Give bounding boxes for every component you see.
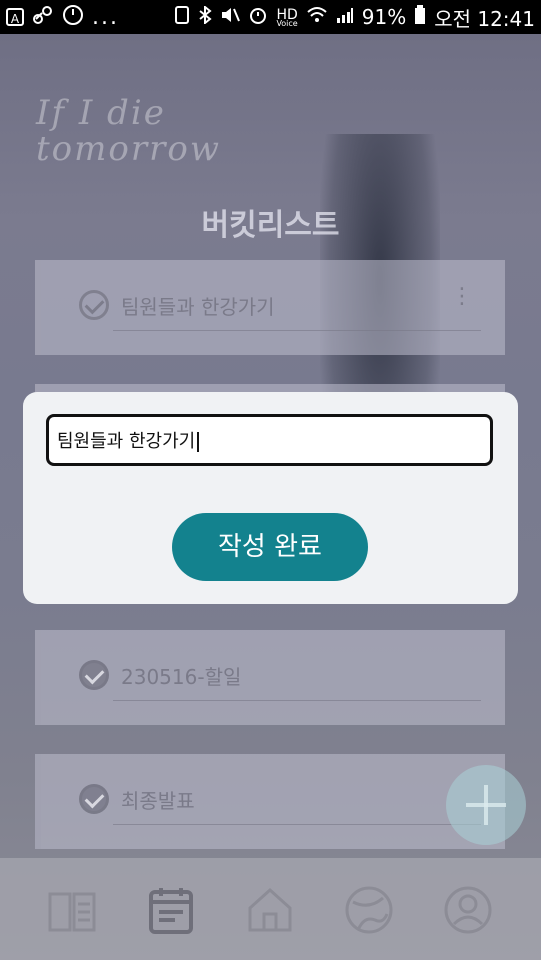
check-icon[interactable] xyxy=(79,290,109,320)
edit-dialog: 팀원들과 한강가기 작성 완료 xyxy=(23,392,518,604)
item-underline xyxy=(113,330,481,331)
list-item-label: 최종발표 xyxy=(121,789,195,813)
home-icon[interactable] xyxy=(240,880,300,940)
list-item[interactable]: 최종발표 xyxy=(35,754,505,849)
alarm-icon xyxy=(248,5,268,30)
page-title: 버킷리스트 xyxy=(201,208,340,243)
timer-icon xyxy=(62,4,84,31)
list-item-label: 230516-할일 xyxy=(121,665,242,689)
brand-line-1: If I die xyxy=(36,93,166,133)
status-right: HD Voice 91% 오전 12:41 xyxy=(174,3,535,32)
bottom-nav xyxy=(0,858,541,960)
battery-icon xyxy=(414,4,426,30)
check-icon[interactable] xyxy=(79,660,109,690)
add-button[interactable] xyxy=(446,765,526,845)
submit-button[interactable]: 작성 완료 xyxy=(172,513,368,581)
item-underline xyxy=(113,700,481,701)
item-text-input[interactable]: 팀원들과 한강가기 xyxy=(46,414,493,466)
mute-icon xyxy=(220,5,241,29)
text-caret xyxy=(197,432,200,452)
clock: 오전 12:41 xyxy=(434,6,535,31)
link-icon xyxy=(32,5,54,30)
wifi-icon xyxy=(306,5,328,29)
battery-percent: 91% xyxy=(361,5,407,29)
recycle-icon xyxy=(174,5,190,29)
globe-icon[interactable] xyxy=(339,880,399,940)
brand-line-2: tomorrow xyxy=(36,129,221,169)
brand-logo: If I die tomorrow xyxy=(36,95,221,167)
list-item-label: 팀원들과 한강가기 xyxy=(121,295,275,319)
a-icon: A xyxy=(6,8,24,26)
profile-icon[interactable] xyxy=(438,880,498,940)
voice-label: Voice xyxy=(276,18,298,28)
list-item[interactable]: 230516-할일 xyxy=(35,630,505,725)
hd-voice-icon: HD Voice xyxy=(276,7,297,28)
list-item[interactable]: 팀원들과 한강가기 ⋮ xyxy=(35,260,505,355)
bluetooth-icon xyxy=(198,4,213,29)
status-left: A ... xyxy=(6,4,119,31)
more-vert-icon[interactable]: ⋮ xyxy=(451,286,473,308)
more-dots: ... xyxy=(92,4,119,30)
book-icon[interactable] xyxy=(42,880,102,940)
signal-icon xyxy=(336,5,354,29)
check-icon[interactable] xyxy=(79,784,109,814)
calendar-icon[interactable] xyxy=(141,880,201,940)
status-bar: A ... HD Voice 91% 오전 12:41 xyxy=(0,0,541,34)
item-underline xyxy=(113,824,481,825)
input-value: 팀원들과 한강가기 xyxy=(57,431,196,452)
